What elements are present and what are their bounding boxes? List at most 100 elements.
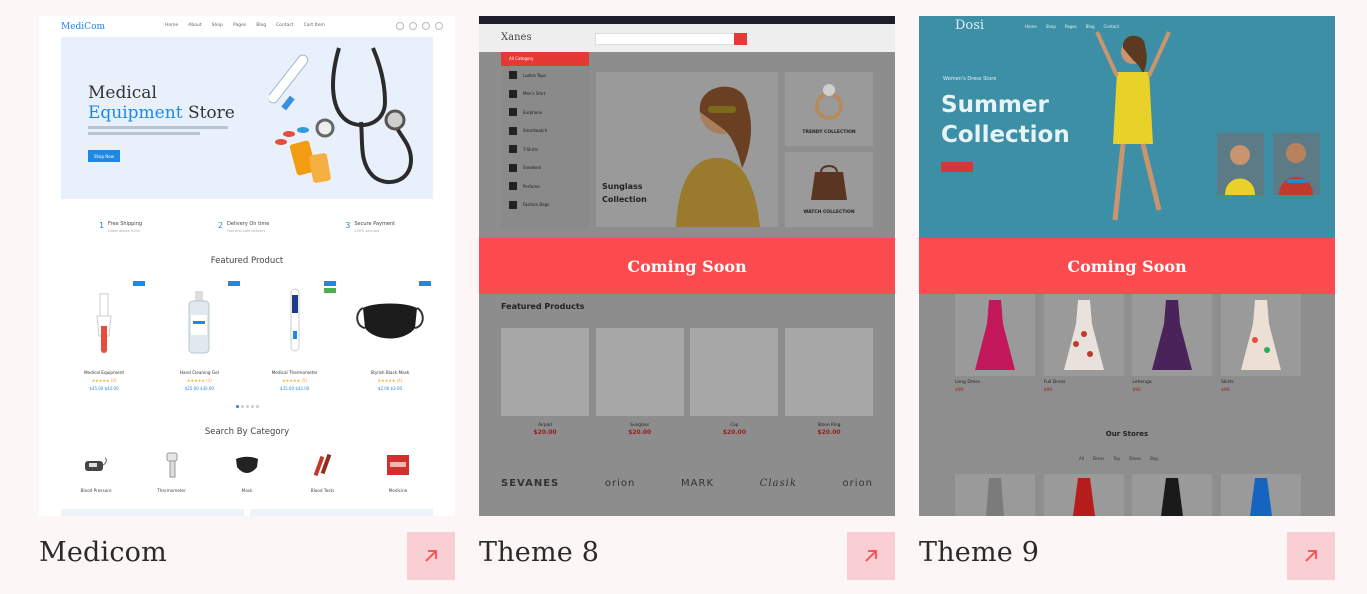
product-image [501,328,589,416]
thumb-model-image [1279,143,1313,195]
dress-image [986,478,1004,516]
product-tag [323,288,336,293]
thermometer-gun-icon [166,452,177,478]
category-row: Perfume [501,177,589,196]
preview-hero: Medical Equipment Store Shop Now [61,37,433,199]
category-label: Ladies Tops [523,72,546,78]
category-label: Medicine [388,488,408,493]
product-price: $90 [955,388,964,393]
hero-title-line2: Collection [941,122,1070,148]
theme-title[interactable]: Theme 8 [479,537,599,568]
theme-title[interactable]: Theme 9 [919,537,1039,568]
feature-title: Delivery On time [227,221,270,227]
preview-features: 1 Free Shipping Order above $100 2 Delivery… [61,221,433,241]
card-footer: Theme 9 [919,531,1335,581]
category-row: Men's Shirt [501,85,589,104]
preview-nav-item: Home [1025,24,1037,29]
dress-image [1249,478,1272,516]
mask-image [356,303,424,339]
preview-nav-item: Shop [1045,24,1056,29]
preview-logo: Dosi [955,18,985,33]
feature-item: 1 Free Shipping Order above $100 [99,221,142,241]
category-list: Blood Pressure Thermometer Mask Blood Te… [61,448,433,493]
preview-nav-item: Pages [1064,24,1077,29]
hero-thumb [1273,133,1320,195]
brand-logo: orion [604,478,636,489]
open-theme-button[interactable] [847,532,895,580]
dress-image [975,300,1015,370]
store-tabs: All Dress Top Shoes Bag [1079,456,1158,461]
product-tag [133,281,145,286]
dress-products: Long Dress $90 Full Dress $90 Lehenga $9… [955,294,1301,393]
thumb-model-image [1225,145,1255,195]
dress-image [1240,300,1281,370]
theme-card-theme-9[interactable]: Dosi Home Shop Pages Blog Contact Women'… [919,16,1335,586]
arrow-up-right-icon [865,550,877,562]
category-icon [509,163,517,172]
category-item: Blood Tests [288,448,358,493]
product-tag [418,281,431,286]
thermometer-image [290,288,300,352]
theme-preview-theme-9[interactable]: Dosi Home Shop Pages Blog Contact Women'… [919,16,1335,516]
product-image [784,328,873,416]
search-icon [396,22,404,30]
feature-title: Secure Payment [354,221,396,227]
hero-thumb [1217,133,1264,195]
dress-image [1072,478,1095,516]
theme-preview-medicom[interactable]: MediCom Home About Shop Pages Blog Conta… [39,16,455,516]
product-price: $20.00 [533,429,557,436]
product-card: Long Dress $90 [955,294,1035,393]
product-price: $20.00 [817,429,841,436]
product-card: Medical Thermometer ★★★★★ (5) $35.00 $42… [251,280,338,391]
product-price: $20.00 [722,429,746,436]
preview-nav: Home About Shop Pages Blog Contact Cart … [165,23,325,28]
hero-shop-button [941,162,973,172]
category-row: Sneakers [501,159,589,178]
theme-title[interactable]: Medicom [39,537,167,568]
product-price: $2.00 $3.00 [377,386,403,391]
store-item [955,474,1035,516]
category-item: Blood Pressure [61,448,131,493]
side-banner-label: WATCH COLLECTION [803,210,855,215]
product-name: Medical Thermometer [271,370,318,375]
product-image [61,280,147,364]
open-theme-button[interactable] [407,532,455,580]
coming-soon-banner: Coming Soon [479,238,895,294]
feature-number: 2 [217,221,224,230]
category-icon [509,145,517,154]
hero-caption: Sunglass Collection [602,180,647,206]
store-tab: Bag [1150,456,1158,461]
category-label: Blood Tests [310,488,335,493]
theme-card-theme-8[interactable]: Xanes All Category Ladies Tops Men's Shi… [479,16,895,586]
product-card: Stone Ring $20.00 [784,328,873,436]
hero-title-line1: Medical [88,83,157,103]
product-card: Sunglass $20.00 [595,328,684,436]
feature-number: 1 [98,221,105,230]
feature-number: 3 [345,221,351,230]
nebulizer-image [96,293,112,353]
product-card: Full Dress $90 [1043,294,1124,393]
category-item: Thermometer [137,448,207,493]
wishlist-icon [409,22,417,30]
category-label: Smartwatch [523,128,548,134]
feature-sub: Order above $100 [108,229,140,233]
arrow-up-right-icon [425,550,437,562]
product-price: $90 [1043,388,1053,393]
feature-sub: Fast and safe delivery [227,229,266,233]
theme-card-medicom[interactable]: MediCom Home About Shop Pages Blog Conta… [39,16,455,586]
product-image [955,294,1035,376]
hero-caption-line1: Sunglass [602,182,643,191]
brand-logo: orion [842,478,873,489]
dress-image [1152,300,1193,370]
product-name: Stylish Black Mask [370,370,410,375]
hero-subtitle: Women's Dress Store [943,76,997,82]
theme-preview-theme-8[interactable]: Xanes All Category Ladies Tops Men's Shi… [479,16,895,516]
side-banner-label: TRENDY COLLECTION [802,130,856,135]
open-theme-button[interactable] [1287,532,1335,580]
product-image [1220,294,1301,376]
product-image [156,280,243,364]
brand-logo: MARK [681,478,715,489]
hero-title-line2: Equipment Store [88,103,235,123]
bag-image [811,165,847,200]
hero-title: Summer Collection [941,90,1070,150]
